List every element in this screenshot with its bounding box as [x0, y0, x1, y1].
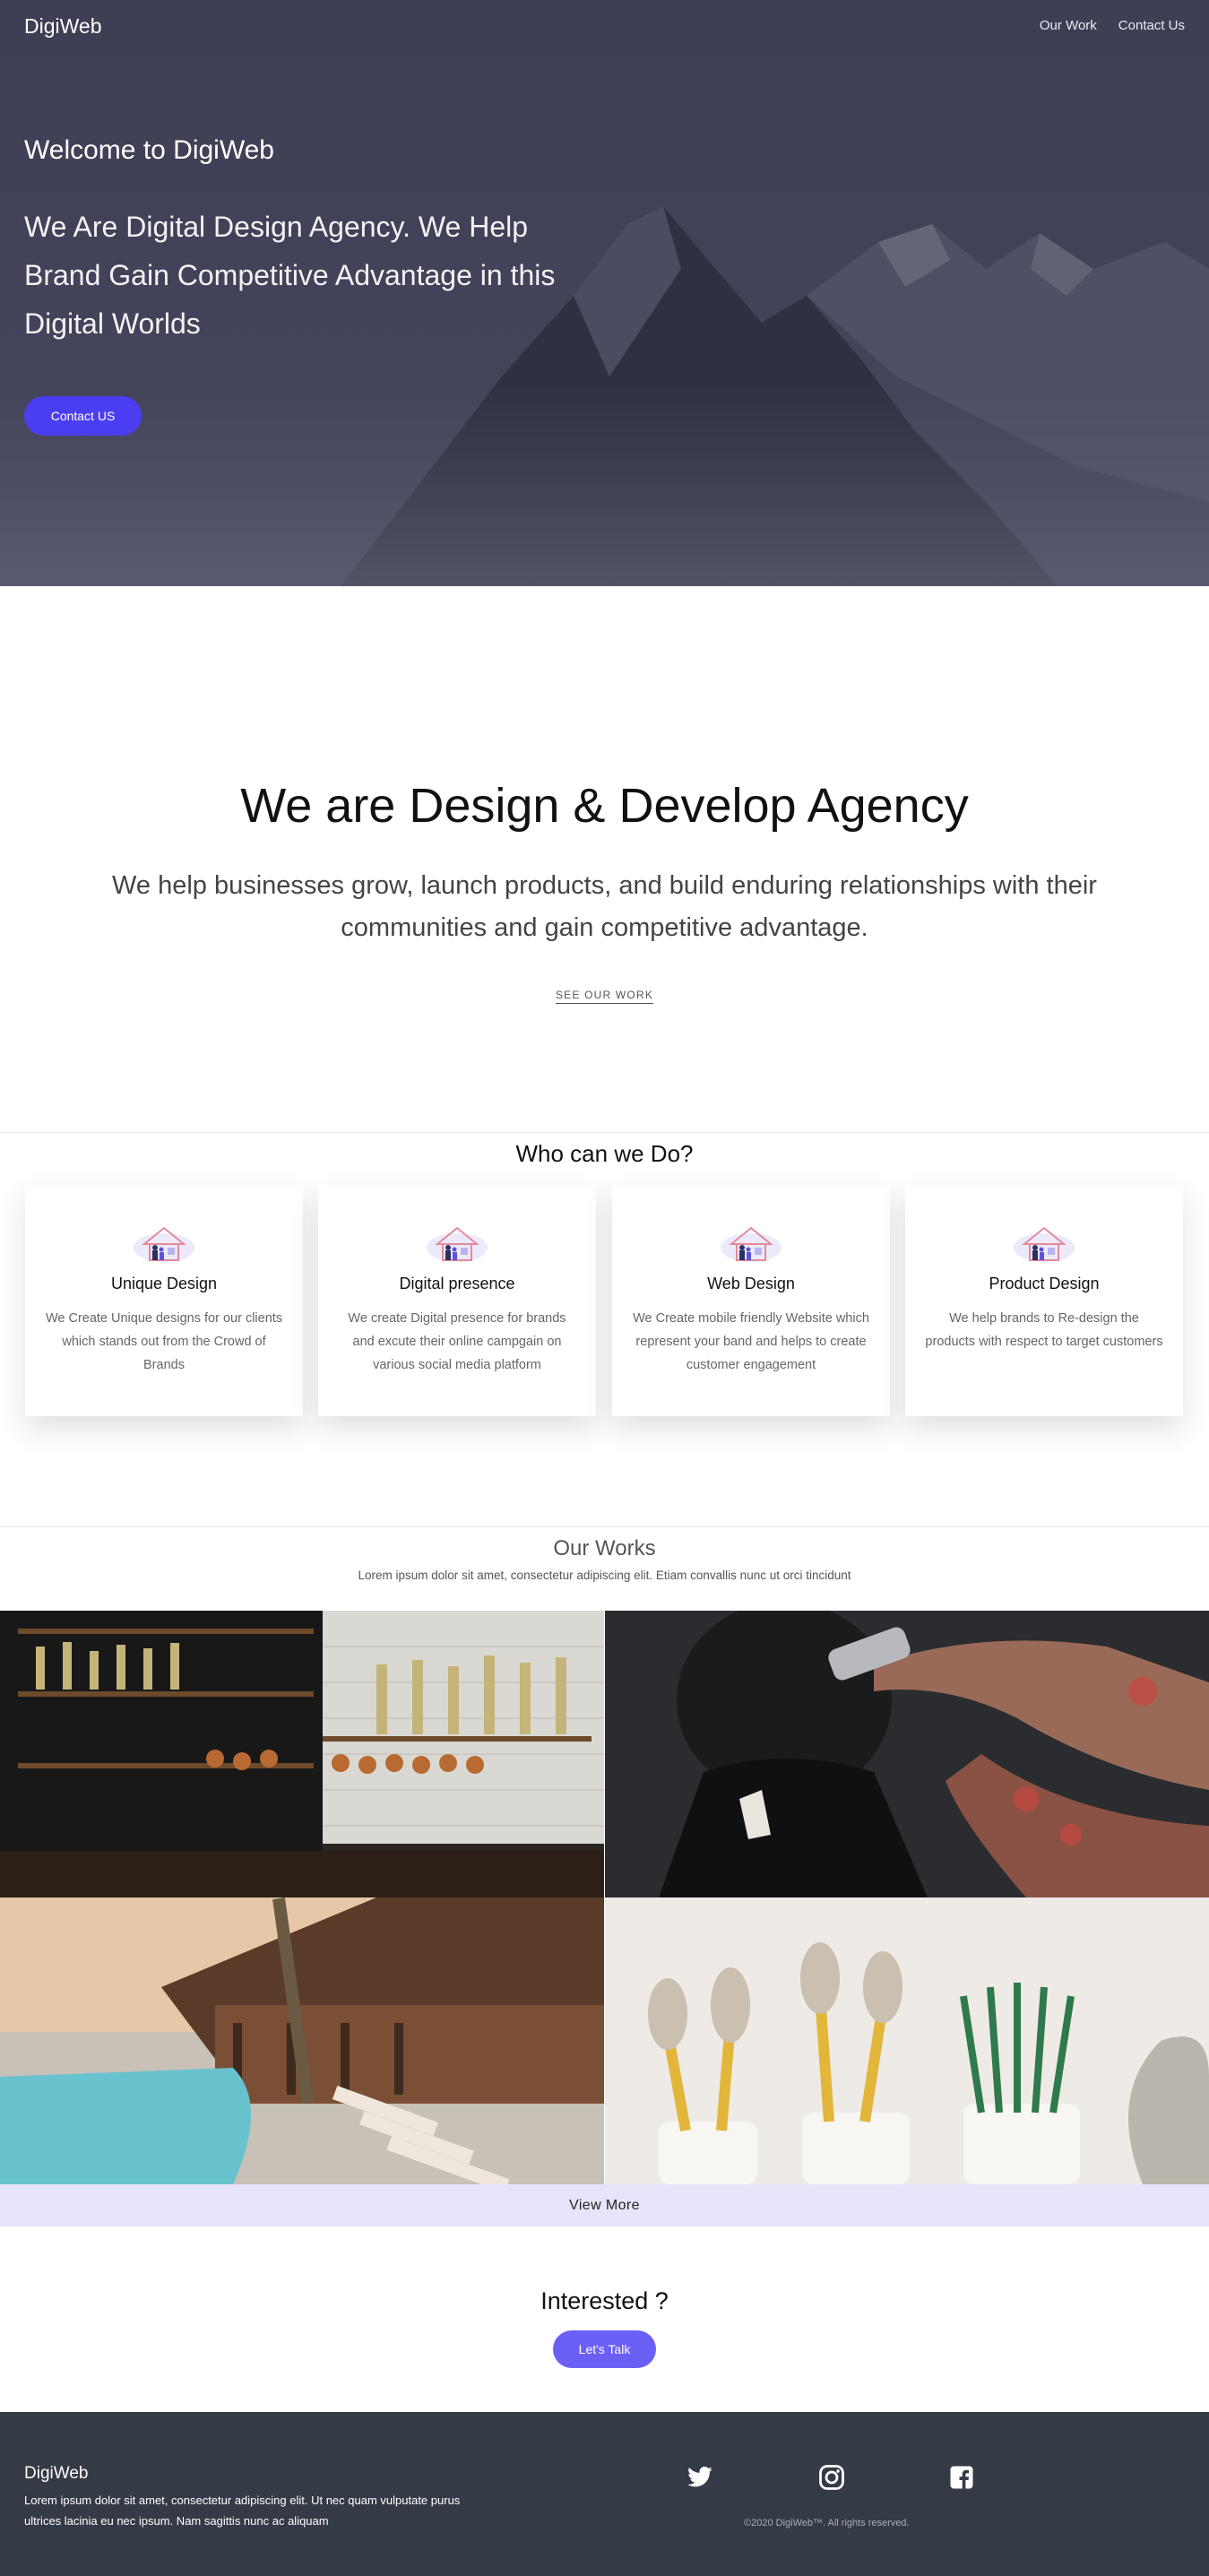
service-card-title: Unique Design	[110, 1275, 218, 1292]
service-card-digital-presence: Digital presence We create Digital prese…	[318, 1185, 596, 1416]
footer-copyright: ©2020 DigiWeb™. All rights reserved.	[744, 2518, 910, 2528]
work-photo-bar[interactable]	[0, 1611, 604, 1897]
service-card-title: Web Design	[707, 1275, 795, 1292]
service-card-title: Digital presence	[399, 1275, 515, 1292]
house-illustration-icon	[134, 1226, 194, 1262]
see-our-work-wrapper: SEE OUR WORK	[0, 987, 1209, 1004]
service-card-description: We Create mobile friendly Website which …	[633, 1311, 869, 1372]
work-photo-resort[interactable]	[0, 1897, 604, 2184]
twitter-icon[interactable]	[687, 2464, 713, 2491]
service-card-web-design: Web Design We Create mobile friendly Web…	[612, 1185, 890, 1416]
about-text: We help businesses grow, launch products…	[112, 871, 1097, 942]
nav-link-contact-us[interactable]: Contact Us	[1118, 18, 1185, 33]
house-illustration-icon	[427, 1226, 488, 1262]
service-card-description: We Create Unique designs for our clients…	[45, 1311, 283, 1372]
works-title: Our Works	[553, 1536, 656, 1560]
service-card-product-design: Product Design We help brands to Re-desi…	[905, 1185, 1183, 1416]
brand-logo[interactable]: DigiWeb	[24, 14, 102, 39]
service-card-description: We create Digital presence for brands an…	[348, 1311, 566, 1372]
work-photo-barber[interactable]	[605, 1611, 1209, 1897]
services-title: Who can we Do?	[515, 1140, 694, 1167]
view-more-button[interactable]: View More	[0, 2184, 1209, 2226]
house-illustration-icon	[721, 1226, 782, 1262]
interested-title: Interested ?	[540, 2287, 669, 2314]
instagram-icon[interactable]	[818, 2464, 845, 2491]
footer: DigiWeb Lorem ipsum dolor sit amet, cons…	[0, 2412, 1209, 2576]
about-title: We are Design & Develop Agency	[240, 779, 969, 833]
facebook-icon[interactable]	[948, 2464, 975, 2491]
service-card-description: We help brands to Re-design the products…	[925, 1311, 1163, 1349]
work-photo-craft-supplies[interactable]	[605, 1897, 1209, 2184]
lets-talk-button[interactable]: Let's Talk	[553, 2330, 656, 2368]
section-divider	[0, 1132, 1209, 1133]
contact-us-button[interactable]: Contact US	[24, 396, 142, 436]
footer-brand[interactable]: DigiWeb	[24, 2464, 88, 2484]
hero-headline: We Are Digital Design Agency. We Help Br…	[24, 211, 556, 340]
service-card-unique-design: Unique Design We Create Unique designs f…	[25, 1185, 303, 1416]
service-card-title: Product Design	[989, 1275, 1100, 1292]
footer-text: Lorem ipsum dolor sit amet, consectetur …	[24, 2494, 461, 2528]
section-divider	[0, 1526, 1209, 1527]
see-our-work-link[interactable]: SEE OUR WORK	[555, 989, 654, 1004]
house-illustration-icon	[1014, 1226, 1075, 1262]
top-nav: Our Work Contact Us	[1040, 18, 1185, 33]
nav-link-our-work[interactable]: Our Work	[1040, 18, 1097, 33]
hero-section: DigiWeb Our Work Contact Us Welcome to D…	[0, 0, 1209, 586]
hero-welcome: Welcome to DigiWeb	[24, 135, 274, 165]
works-subtitle: Lorem ipsum dolor sit amet, consectetur …	[358, 1569, 851, 1582]
